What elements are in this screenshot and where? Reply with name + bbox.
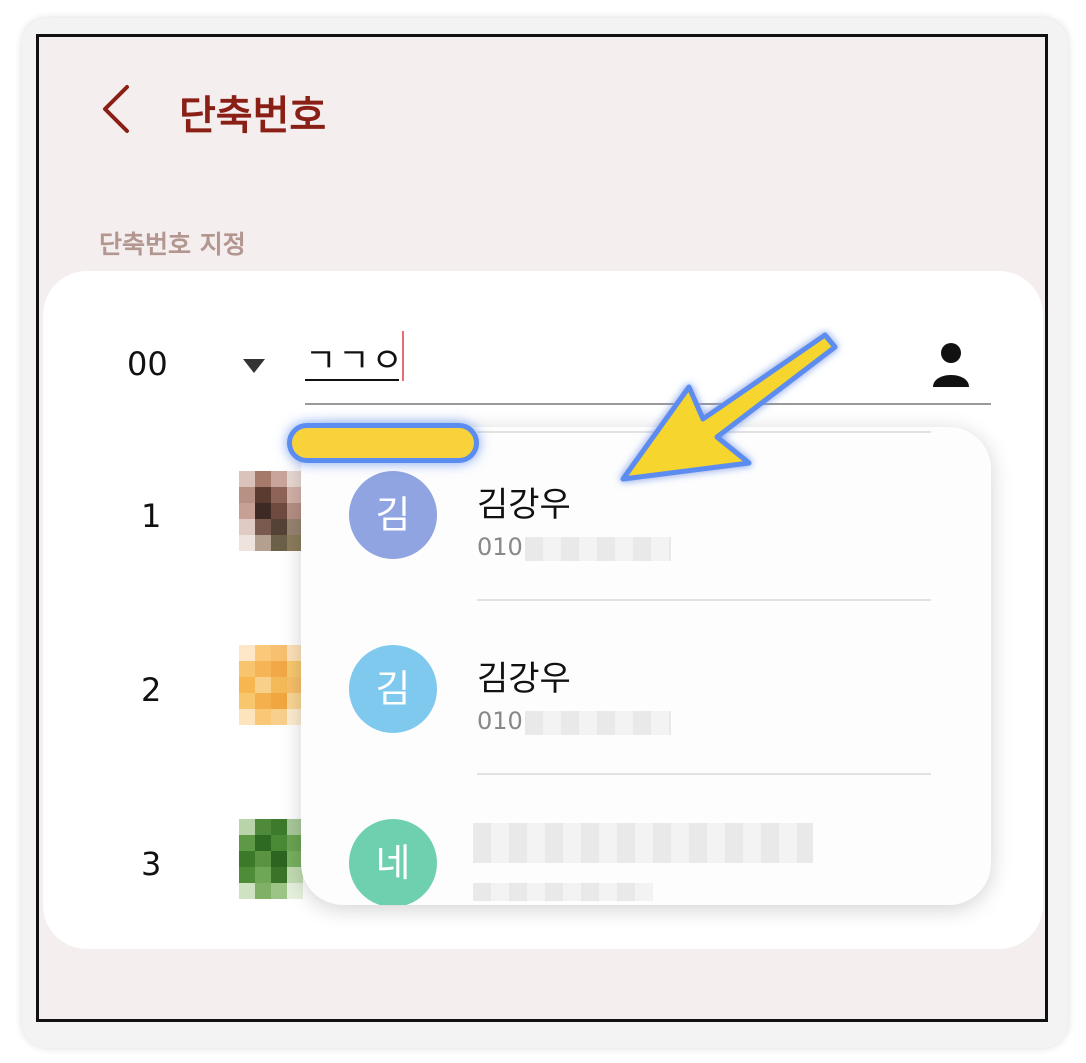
contact-initial-avatar: 네 (349, 819, 437, 905)
chevron-left-icon (103, 85, 129, 133)
contact-picker-button[interactable] (931, 341, 971, 389)
contact-initial-avatar: 김 (349, 645, 437, 733)
redacted-number (525, 537, 671, 561)
text-caret (402, 331, 404, 381)
avatar (239, 819, 303, 907)
search-input[interactable]: ㄱㄱㅇ (305, 333, 405, 382)
slot-number-2: 2 (141, 671, 162, 709)
contact-phone: 010 (477, 707, 523, 735)
contact-phone: 010 (477, 533, 523, 561)
highlight-marker (287, 423, 479, 463)
composing-underline (305, 379, 399, 381)
suggestion-item[interactable]: 네 (301, 775, 991, 905)
back-button[interactable] (97, 81, 137, 137)
contact-name: 김강우 (477, 659, 571, 699)
person-icon (933, 343, 969, 387)
annotation-arrow-icon (620, 332, 838, 482)
redacted-name (473, 823, 813, 863)
redacted-number (473, 883, 653, 901)
avatar (239, 645, 303, 733)
slot-number-00: 00 (127, 345, 168, 383)
redacted-number (525, 711, 671, 735)
avatar (239, 471, 303, 559)
contact-name: 김강우 (477, 485, 571, 525)
contact-initial-avatar: 김 (349, 471, 437, 559)
triangle-down-icon[interactable] (243, 359, 265, 373)
suggestion-item[interactable]: 김 김강우 010 (301, 601, 991, 775)
page-title: 단축번호 (179, 93, 327, 139)
phone-screen: 단축번호 단축번호 지정 00 ㄱㄱㅇ 1 2 3 김 김강우 010 김 김강… (36, 34, 1048, 1022)
section-label: 단축번호 지정 (99, 230, 246, 259)
slot-number-1: 1 (141, 497, 162, 535)
slot-number-3: 3 (141, 845, 162, 883)
